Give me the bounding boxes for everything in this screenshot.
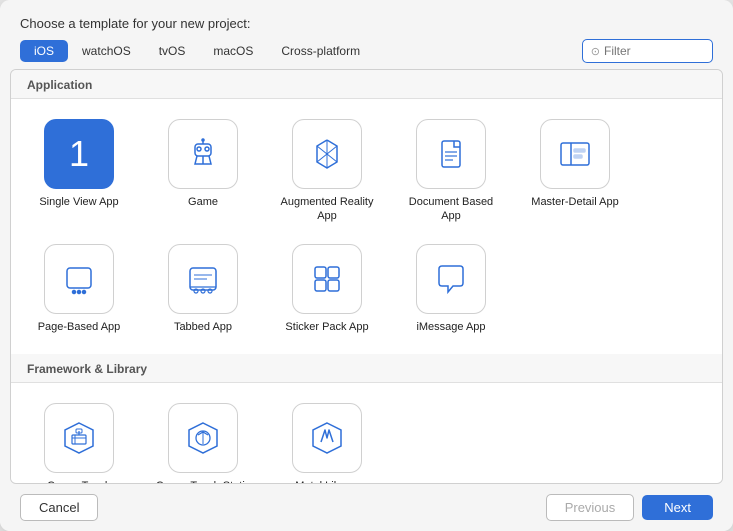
cocoa-framework-icon-box <box>44 403 114 473</box>
cocoa-framework-icon <box>61 420 97 456</box>
metal-icon <box>309 420 345 456</box>
tab-watchos[interactable]: watchOS <box>68 40 145 62</box>
single-view-app-icon-box: 1 <box>44 119 114 189</box>
ar-icon <box>309 136 345 172</box>
page-based-label: Page-Based App <box>38 320 121 334</box>
template-page-based-app[interactable]: Page-Based App <box>19 236 139 342</box>
single-view-app-icon: 1 <box>69 133 89 175</box>
template-game[interactable]: Game <box>143 111 263 232</box>
template-augmented-reality-app[interactable]: Augmented Reality App <box>267 111 387 232</box>
footer: Cancel Previous Next <box>0 484 733 531</box>
filter-icon: ⊙ <box>591 45 600 58</box>
tab-bar: iOS watchOS tvOS macOS Cross-platform ⊙ <box>0 39 733 69</box>
tabbed-icon-box <box>168 244 238 314</box>
sticker-icon <box>309 261 345 297</box>
application-grid: 1 Single View App <box>11 99 722 354</box>
game-label: Game <box>188 195 218 209</box>
section-header-framework: Framework & Library <box>11 354 722 383</box>
template-cocoa-touch-static-library[interactable]: Cocoa Touch Static Library <box>143 395 263 484</box>
template-single-view-app[interactable]: 1 Single View App <box>19 111 139 232</box>
master-detail-icon <box>557 136 593 172</box>
page-based-icon <box>61 261 97 297</box>
next-button[interactable]: Next <box>642 495 713 520</box>
sticker-label: Sticker Pack App <box>285 320 368 334</box>
imessage-label: iMessage App <box>416 320 485 334</box>
master-detail-icon-box <box>540 119 610 189</box>
tab-crossplatform[interactable]: Cross-platform <box>267 40 374 62</box>
framework-grid: Cocoa Touch Framework Cocoa Touch Static… <box>11 383 722 484</box>
sticker-icon-box <box>292 244 362 314</box>
template-tabbed-app[interactable]: Tabbed App <box>143 236 263 342</box>
imessage-icon <box>433 261 469 297</box>
master-detail-label: Master-Detail App <box>531 195 618 209</box>
single-view-app-label: Single View App <box>39 195 118 209</box>
template-cocoa-touch-framework[interactable]: Cocoa Touch Framework <box>19 395 139 484</box>
tabbed-icon <box>185 261 221 297</box>
document-label: Document Based App <box>399 195 503 224</box>
metal-icon-box <box>292 403 362 473</box>
dialog-prompt: Choose a template for your new project: <box>0 0 733 39</box>
previous-button[interactable]: Previous <box>546 494 635 521</box>
imessage-icon-box <box>416 244 486 314</box>
template-metal-library[interactable]: Metal Library <box>267 395 387 484</box>
section-header-application: Application <box>11 70 722 99</box>
template-master-detail-app[interactable]: Master-Detail App <box>515 111 635 232</box>
new-project-dialog: Choose a template for your new project: … <box>0 0 733 531</box>
template-sticker-pack-app[interactable]: Sticker Pack App <box>267 236 387 342</box>
document-icon-box <box>416 119 486 189</box>
game-icon-box <box>168 119 238 189</box>
tab-tvos[interactable]: tvOS <box>145 40 200 62</box>
tab-macos[interactable]: macOS <box>199 40 267 62</box>
cocoa-static-icon-box <box>168 403 238 473</box>
template-document-based-app[interactable]: Document Based App <box>391 111 511 232</box>
filter-container: ⊙ <box>582 39 713 63</box>
cancel-button[interactable]: Cancel <box>20 494 98 521</box>
tab-ios[interactable]: iOS <box>20 40 68 62</box>
page-based-icon-box <box>44 244 114 314</box>
document-icon <box>433 136 469 172</box>
game-icon <box>185 136 221 172</box>
content-area: Application 1 Single View App <box>10 69 723 484</box>
template-imessage-app[interactable]: iMessage App <box>391 236 511 342</box>
cocoa-static-icon <box>185 420 221 456</box>
ar-icon-box <box>292 119 362 189</box>
tabbed-label: Tabbed App <box>174 320 232 334</box>
filter-input[interactable] <box>604 44 704 58</box>
ar-label: Augmented Reality App <box>275 195 379 224</box>
